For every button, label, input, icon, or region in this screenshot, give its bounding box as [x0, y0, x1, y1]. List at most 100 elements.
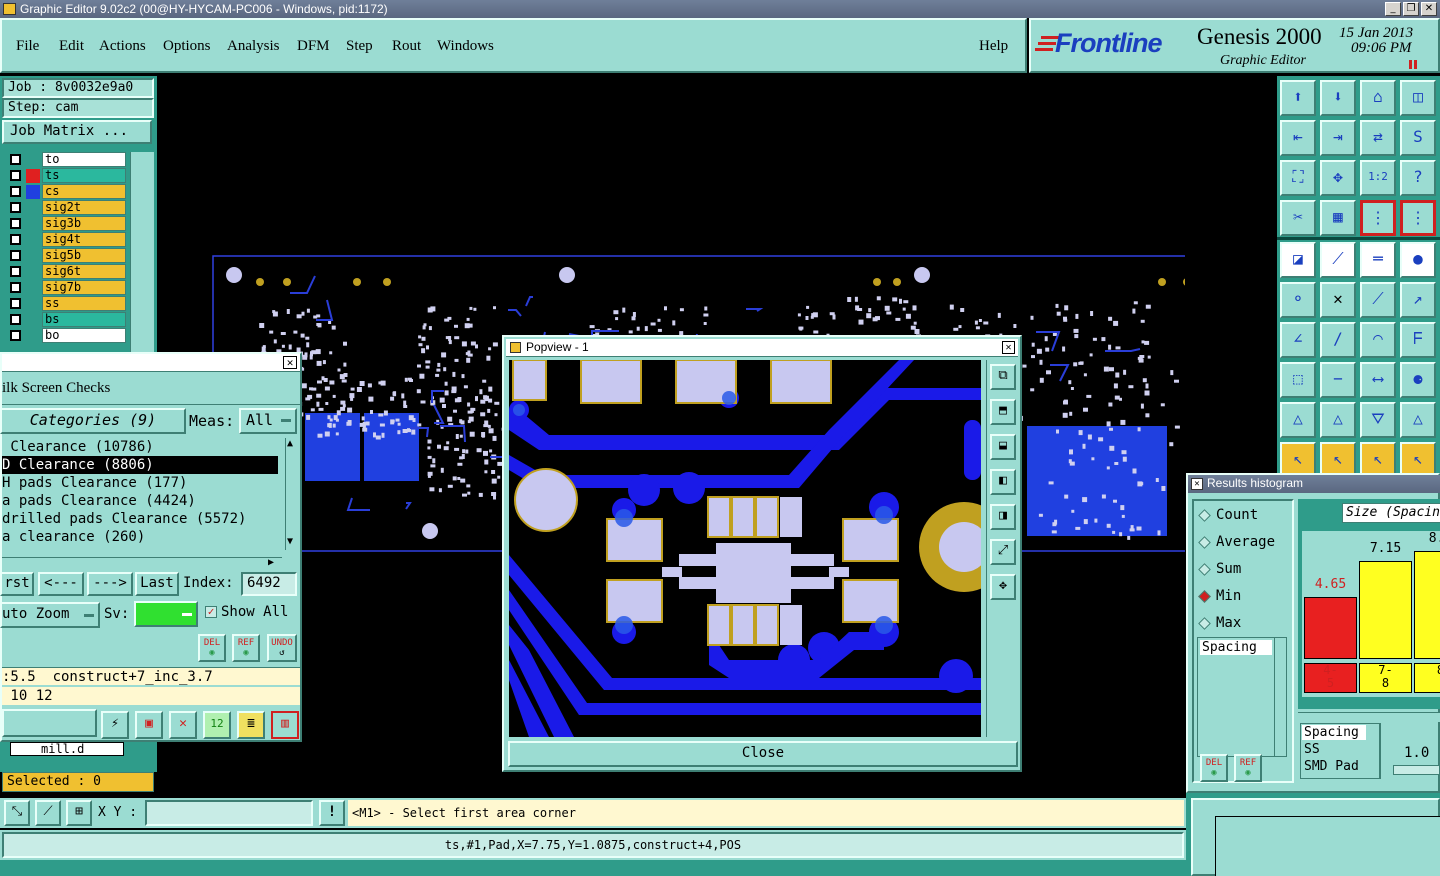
layer-checkbox[interactable] [10, 282, 21, 293]
layer-name[interactable]: cs [42, 184, 126, 199]
layer-color-swatch[interactable] [26, 169, 40, 183]
layer-checkbox[interactable] [10, 298, 21, 309]
layer-name[interactable]: sig7b [42, 280, 126, 295]
menu-options[interactable]: Options [163, 38, 211, 55]
prev-button[interactable]: <--- [38, 572, 84, 596]
histogram-bars[interactable]: 4.65 4- 5 7.15 7- 8 8.0 8 [1302, 531, 1440, 697]
zoom-out-icon[interactable]: ✥ [990, 574, 1016, 600]
minimize-button[interactable]: _ [1385, 2, 1401, 16]
undo-button[interactable]: UNDO ↺ [267, 634, 297, 662]
cross-tool-icon[interactable]: ✕ [169, 711, 197, 739]
arc-tool-icon[interactable]: ◠ [1360, 322, 1396, 358]
maximize-button[interactable]: ❐ [1403, 2, 1419, 16]
snap-on-tool-icon[interactable]: ⋮ [1360, 200, 1396, 236]
layer-color-swatch[interactable] [26, 249, 40, 263]
layer-checkbox[interactable] [10, 218, 21, 229]
flag-tool-icon[interactable]: ▣ [135, 711, 163, 739]
layer-row[interactable]: ts [4, 168, 128, 184]
right-tool-icon[interactable]: ⇥ [1320, 120, 1356, 156]
panel-tool-icon[interactable]: ◫ [1400, 80, 1436, 116]
s-curve-tool-icon[interactable]: S [1400, 120, 1436, 156]
layer-row[interactable]: ss [4, 296, 128, 312]
zoom-in-icon[interactable]: ⤢ [990, 539, 1016, 565]
del-button[interactable]: DEL ◉ [198, 634, 226, 662]
menu-analysis[interactable]: Analysis [227, 38, 280, 55]
help-tool-icon[interactable]: ? [1400, 160, 1436, 196]
layer-checkbox[interactable] [10, 330, 21, 341]
alert-icon[interactable]: ! [319, 800, 345, 826]
show-all-checkbox[interactable]: ✓ [205, 606, 217, 618]
pan-up-icon[interactable]: ⬒ [990, 399, 1016, 425]
layer-row[interactable]: bo [4, 328, 128, 344]
layer-color-swatch[interactable] [26, 201, 40, 215]
layer-name[interactable]: ss [42, 296, 126, 311]
layer-name[interactable]: sig3b [42, 216, 126, 231]
scroll-down-icon[interactable]: ▼ [287, 536, 293, 547]
auto-zoom-dropdown[interactable]: uto Zoom [0, 602, 100, 628]
radio-diamond-icon[interactable] [1198, 536, 1211, 549]
layer-color-swatch[interactable] [26, 297, 40, 311]
legend-item-ss[interactable]: SS [1301, 741, 1379, 758]
category-scrollbar[interactable]: ▲ ▼ [285, 438, 300, 550]
line-color-tool-icon[interactable]: ⟋ [1320, 242, 1356, 278]
legend-item-spacing[interactable]: Spacing [1302, 725, 1366, 740]
legend-item-smd-pad[interactable]: SMD Pad [1301, 758, 1379, 775]
category-list[interactable]: Clearance (10786) D Clearance (8806) H pad… [2, 438, 285, 556]
layer-name[interactable]: sig4t [42, 232, 126, 247]
ratio-tool-icon[interactable]: 1:2 [1360, 160, 1396, 196]
layer-checkbox[interactable] [10, 186, 21, 197]
ff-tool-icon[interactable]: ᖴ [1400, 322, 1436, 358]
categories-button[interactable]: Categories (9) [0, 408, 186, 434]
minus-tool-icon[interactable]: − [1320, 362, 1356, 398]
histogram-type-item[interactable]: Spacing [1200, 640, 1272, 655]
down-layer-tool-icon[interactable]: ⬇ [1320, 80, 1356, 116]
histogram-legend-list[interactable]: Spacing SS SMD Pad [1300, 723, 1380, 779]
ref-button[interactable]: REF ◉ [232, 634, 260, 662]
menu-rout[interactable]: Rout [392, 38, 421, 55]
fit-tool-icon[interactable]: ⛶ [1280, 160, 1316, 196]
layer-row[interactable]: sig4t [4, 232, 128, 248]
radio-diamond-icon[interactable] [1198, 617, 1211, 630]
histogram-ref-button[interactable]: REF ◉ [1234, 754, 1262, 782]
menu-actions[interactable]: Actions [99, 38, 146, 55]
layer-color-swatch[interactable] [26, 233, 40, 247]
lightning-tool-icon[interactable]: ⚡ [101, 711, 129, 739]
measure-tool-icon[interactable]: ⟷ [1360, 362, 1396, 398]
histogram-close-icon[interactable]: ✕ [1191, 478, 1203, 490]
histogram-bar[interactable] [1359, 561, 1412, 659]
up-layer-tool-icon[interactable]: ⬆ [1280, 80, 1316, 116]
layer-checkbox[interactable] [10, 314, 21, 325]
index-field[interactable]: 6492 [241, 572, 297, 596]
angle-tool-icon[interactable]: ∠ [1280, 322, 1316, 358]
category-item[interactable]: drilled pads Clearance (5572) [2, 510, 285, 528]
triangle2-tool-icon[interactable]: △ [1320, 402, 1356, 438]
measure-icon[interactable]: ⟋ [35, 800, 61, 826]
group-tool-icon[interactable]: ⚈ [1400, 362, 1436, 398]
pan-left-icon[interactable]: ◧ [990, 469, 1016, 495]
line-red-tool-icon[interactable]: / [1320, 322, 1356, 358]
category-hscrollbar[interactable]: ▶ [2, 557, 282, 569]
meas-dropdown[interactable]: All [239, 408, 297, 434]
ruler-tool-icon[interactable]: ═ [1360, 242, 1396, 278]
home-tool-icon[interactable]: ⌂ [1360, 80, 1396, 116]
layer-checkbox[interactable] [10, 202, 21, 213]
pcb-zoom-view[interactable] [509, 360, 981, 737]
layer-checkbox[interactable] [10, 234, 21, 245]
cross-tool-icon[interactable]: ✕ [1320, 282, 1356, 318]
layer-name[interactable]: bs [42, 312, 126, 327]
histogram-option-count[interactable]: Count [1198, 507, 1294, 527]
layer-row[interactable]: sig2t [4, 200, 128, 216]
layer-name[interactable]: sig6t [42, 264, 126, 279]
legend-scrollbar[interactable] [1380, 723, 1392, 779]
layer-row[interactable]: to [4, 152, 128, 168]
sv-color-dropdown[interactable] [134, 601, 198, 627]
line-pt-tool-icon[interactable]: ⟋ [1360, 282, 1396, 318]
layer-color-swatch[interactable] [26, 281, 40, 295]
pad-tool-icon[interactable]: ◪ [1280, 242, 1316, 278]
histogram-type-scrollbar[interactable] [1274, 638, 1286, 756]
histogram-option-sum[interactable]: Sum [1198, 561, 1294, 581]
radio-diamond-icon[interactable] [1198, 563, 1211, 576]
layer-checkbox[interactable] [10, 170, 21, 181]
grid-icon[interactable]: ⊞ [66, 800, 92, 826]
layer-checkbox[interactable] [10, 250, 21, 261]
